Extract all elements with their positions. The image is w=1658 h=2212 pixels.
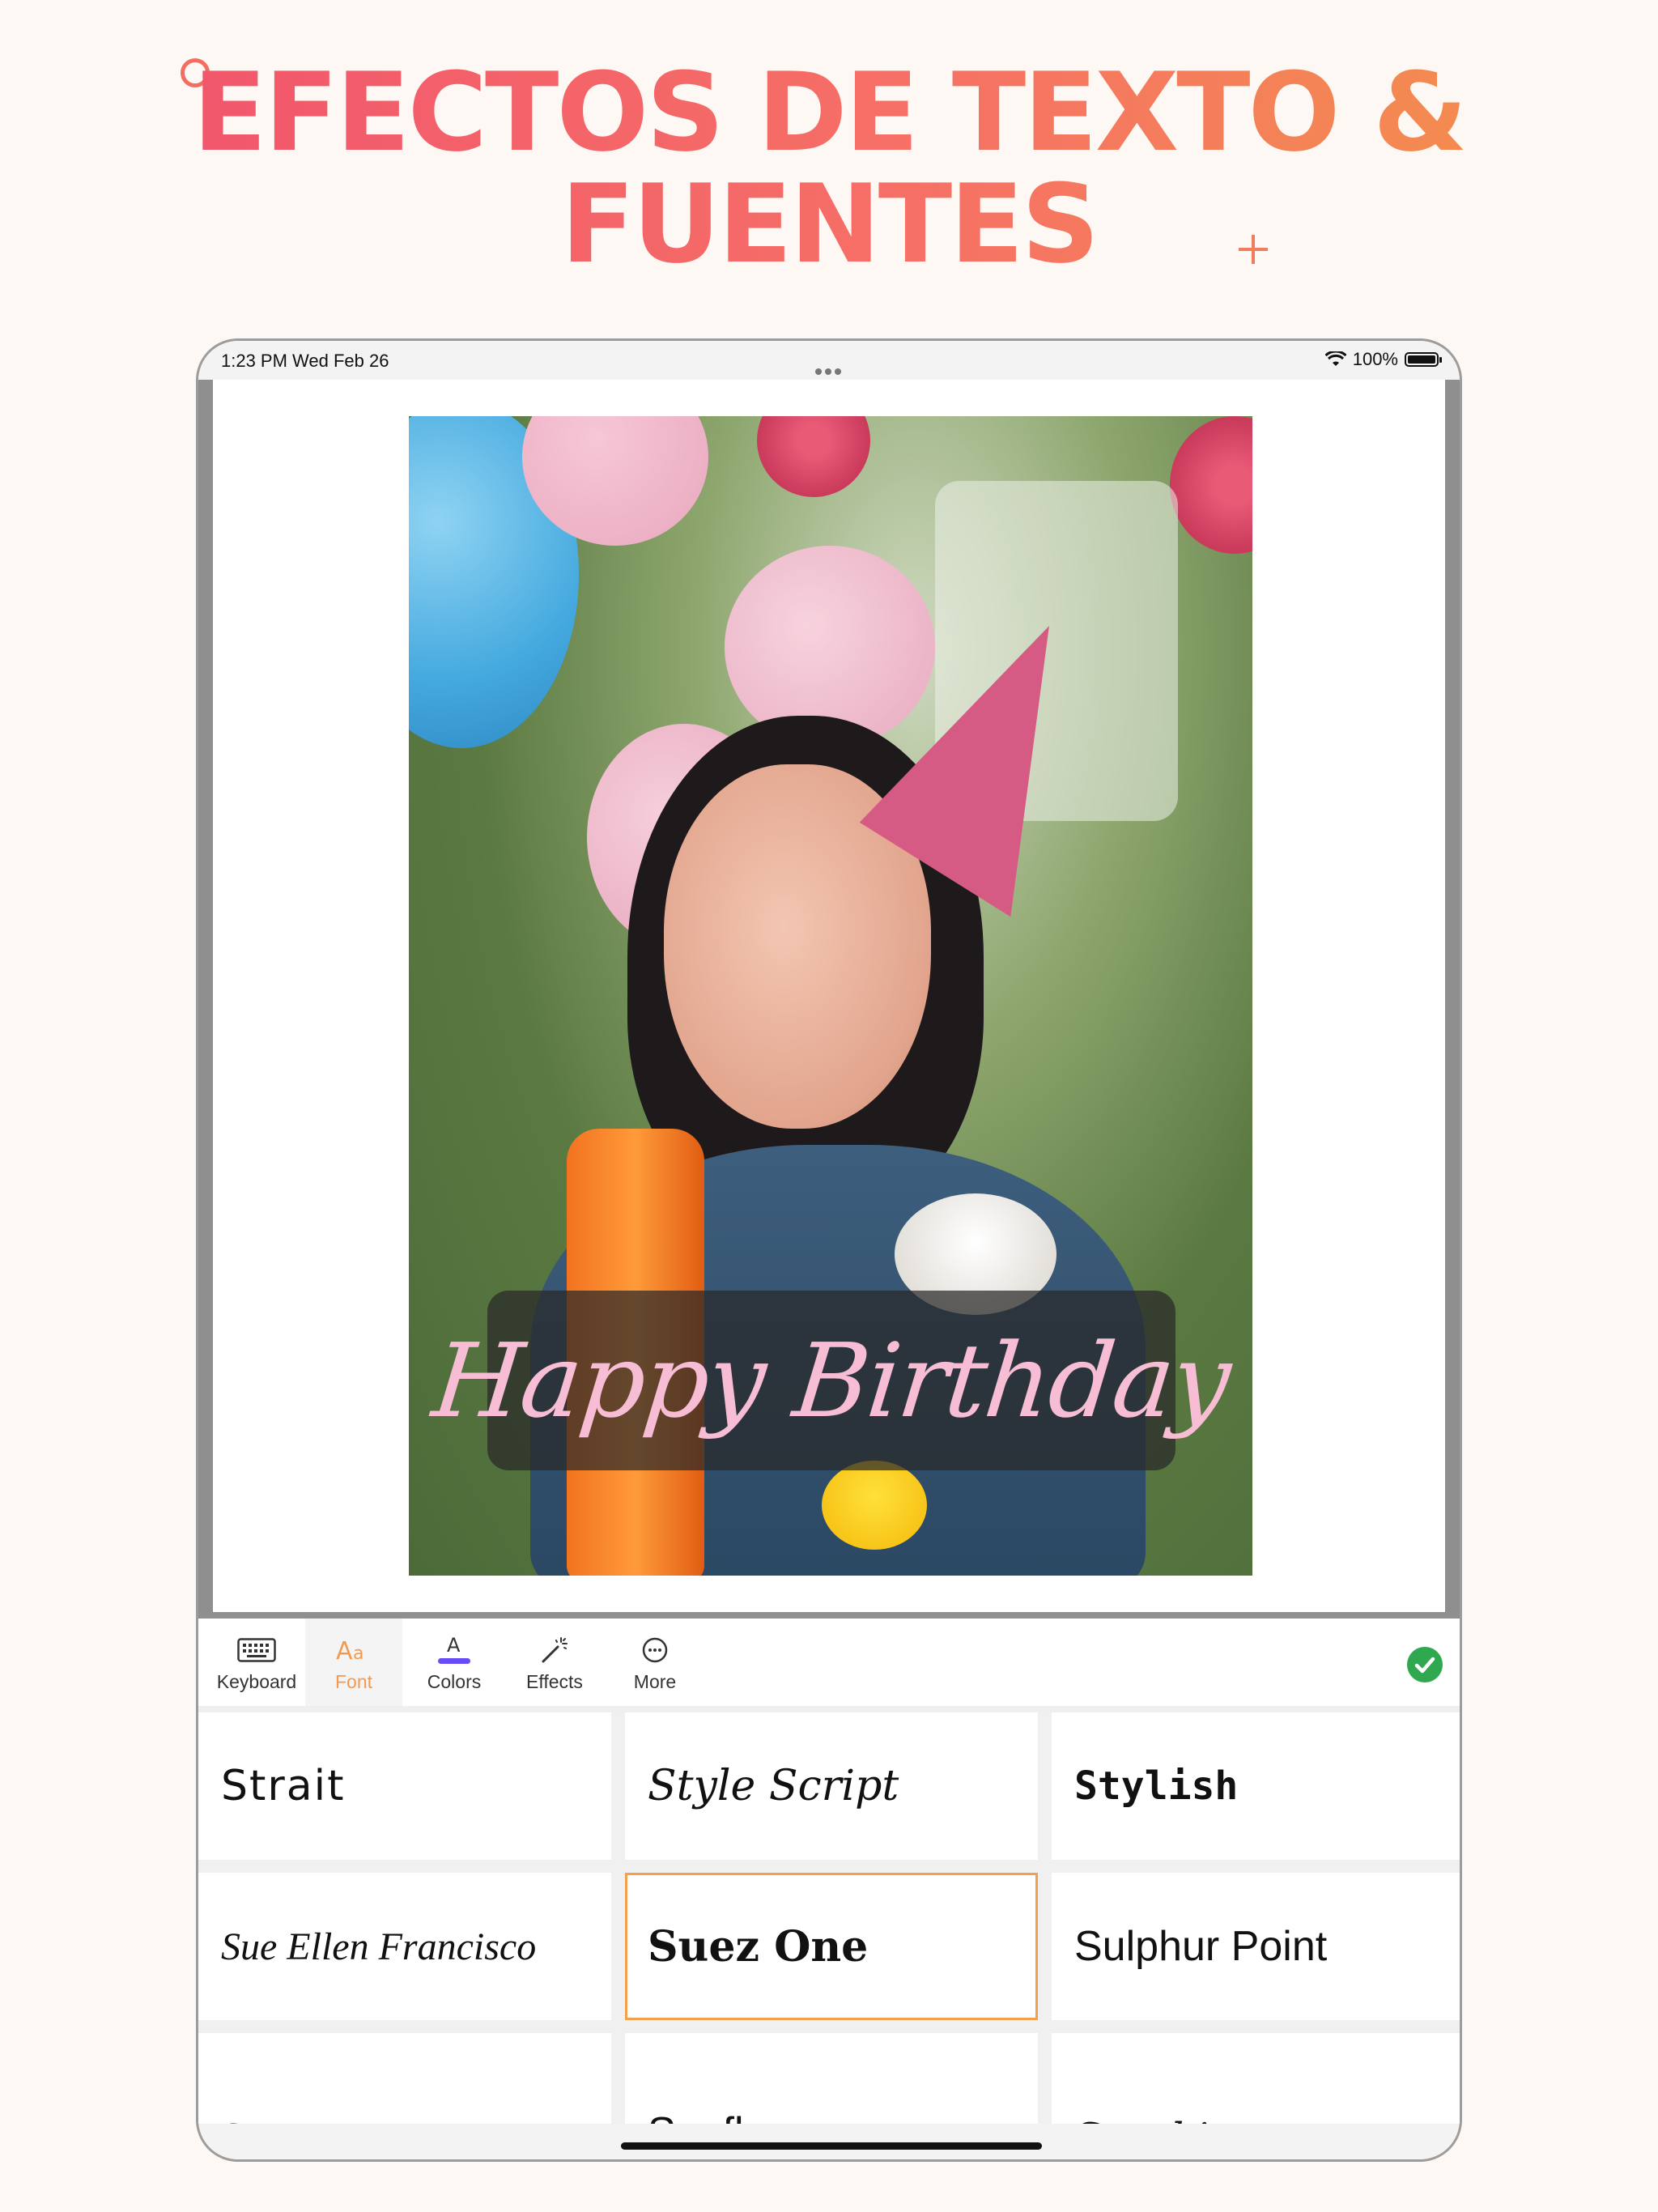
tab-effects-label: Effects xyxy=(526,1670,583,1692)
page-headline: EFECTOS DE TEXTO & FUENTES xyxy=(0,57,1658,280)
font-option-label: Suez One xyxy=(648,1921,869,1972)
font-option-sue-ellen-francisco[interactable]: Sue Ellen Francisco xyxy=(198,1873,611,2020)
birthday-photo[interactable]: Happy Birthday xyxy=(409,416,1252,1576)
tab-effects[interactable]: Effects xyxy=(506,1619,603,1706)
font-option-label: Sulphur Point xyxy=(1074,1923,1328,1970)
font-option-sumana[interactable]: Sumana xyxy=(198,2033,611,2124)
font-option-style-script[interactable]: Style Script xyxy=(625,1712,1038,1860)
font-option-label: Sunflower xyxy=(648,2108,835,2124)
home-indicator[interactable] xyxy=(621,2142,1042,2150)
font-option-stylish[interactable]: Stylish xyxy=(1052,1712,1460,1860)
text-tool-bar: Keyboard Aa Font A Colors Effects More xyxy=(198,1619,1460,1712)
font-option-label: Stylish xyxy=(1074,1763,1239,1809)
font-option-label: Strait xyxy=(221,1762,346,1810)
battery-icon xyxy=(1405,352,1442,367)
font-option-strait[interactable]: Strait xyxy=(198,1712,611,1860)
font-option-label: Style Script xyxy=(648,1762,899,1810)
tab-font[interactable]: Aa Font xyxy=(305,1619,402,1706)
font-option-sunshiney[interactable]: Sunshiney xyxy=(1052,2033,1460,2124)
tab-keyboard-label: Keyboard xyxy=(216,1670,297,1692)
svg-text:a: a xyxy=(353,1644,363,1664)
svg-text:A: A xyxy=(336,1637,353,1664)
status-bar: 1:23 PM Wed Feb 26 100% xyxy=(198,341,1460,380)
font-picker-grid: Strait Style Script Stylish Sue Ellen Fr… xyxy=(198,1712,1460,2124)
multitasking-dots-icon[interactable] xyxy=(814,359,843,380)
checkmark-circle-icon[interactable] xyxy=(1406,1646,1443,1683)
font-option-label: Sue Ellen Francisco xyxy=(221,1925,537,1968)
tab-keyboard[interactable]: Keyboard xyxy=(208,1619,305,1706)
font-option-sulphur-point[interactable]: Sulphur Point xyxy=(1052,1873,1460,2020)
wifi-icon xyxy=(1324,351,1346,366)
more-circle-icon xyxy=(641,1632,669,1668)
editor-canvas-area: Happy Birthday xyxy=(198,380,1460,1619)
svg-text:A: A xyxy=(447,1634,461,1657)
magic-wand-icon xyxy=(540,1632,569,1668)
font-option-sunflower[interactable]: Sunflower xyxy=(625,2033,1038,2124)
tab-more-label: More xyxy=(633,1670,677,1692)
caption-text[interactable]: Happy Birthday xyxy=(428,1321,1235,1440)
caption-text-box[interactable]: Happy Birthday xyxy=(428,1291,1235,1470)
headline-line-1: EFECTOS DE TEXTO & xyxy=(193,49,1465,176)
font-aa-icon: Aa xyxy=(336,1632,372,1668)
battery-percent: 100% xyxy=(1352,349,1398,369)
font-option-label: Sumana xyxy=(221,2114,357,2125)
tab-colors-label: Colors xyxy=(427,1670,482,1692)
text-color-icon: A xyxy=(436,1632,472,1668)
canvas[interactable]: Happy Birthday xyxy=(213,380,1445,1612)
tab-more[interactable]: More xyxy=(606,1619,704,1706)
font-option-label: Sunshiney xyxy=(1074,2115,1278,2124)
tablet-frame: 1:23 PM Wed Feb 26 100% Happy Birthday K… xyxy=(196,338,1462,2162)
tab-font-label: Font xyxy=(334,1670,373,1692)
headline-line-2: FUENTES xyxy=(560,161,1098,287)
keyboard-icon xyxy=(237,1632,276,1668)
tab-colors[interactable]: A Colors xyxy=(406,1619,503,1706)
status-time: 1:23 PM Wed Feb 26 xyxy=(221,351,389,371)
font-option-suez-one[interactable]: Suez One xyxy=(625,1873,1038,2020)
